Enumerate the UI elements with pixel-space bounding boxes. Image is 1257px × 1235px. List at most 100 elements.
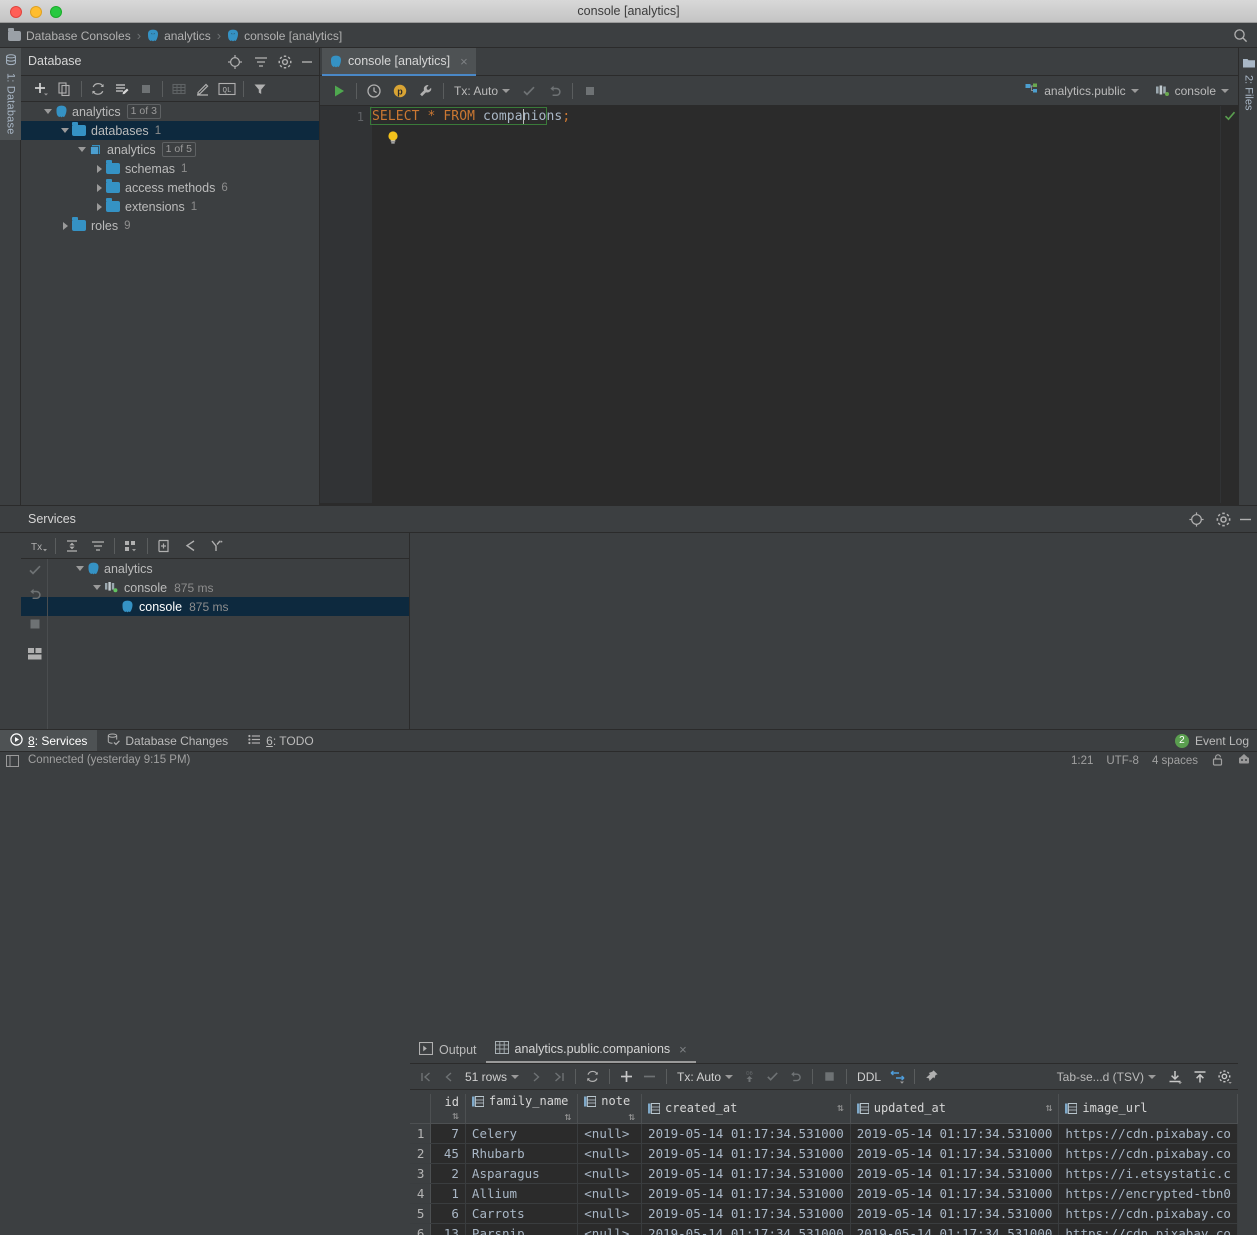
indent-label[interactable]: 4 spaces bbox=[1152, 755, 1198, 767]
ql-console-icon[interactable]: QL bbox=[215, 78, 239, 100]
cell-family-name[interactable]: Parsnip bbox=[465, 1224, 577, 1235]
cell-updated-at[interactable]: 2019-05-14 01:17:34.531000 bbox=[850, 1164, 1059, 1184]
expand-toggle[interactable] bbox=[92, 197, 106, 216]
cell-updated-at[interactable]: 2019-05-14 01:17:34.531000 bbox=[850, 1204, 1059, 1224]
cell-image-url[interactable]: https://cdn.pixabay.co bbox=[1059, 1144, 1238, 1164]
cell-image-url[interactable]: https://cdn.pixabay.co bbox=[1059, 1124, 1238, 1144]
tx-icon[interactable]: Tx bbox=[26, 535, 52, 557]
tab-output[interactable]: Output bbox=[410, 1037, 486, 1063]
encoding-label[interactable]: UTF-8 bbox=[1106, 755, 1139, 767]
wrench-icon[interactable] bbox=[413, 79, 439, 103]
cell-id[interactable]: 13 bbox=[431, 1224, 465, 1235]
reload-icon[interactable] bbox=[581, 1066, 604, 1088]
search-everywhere-icon[interactable] bbox=[1233, 28, 1248, 43]
add-row-icon[interactable] bbox=[615, 1066, 638, 1088]
run-button[interactable] bbox=[326, 79, 352, 103]
event-log-button[interactable]: 2 Event Log bbox=[1175, 730, 1249, 752]
output-format-selector[interactable]: Tab-se...d (TSV) bbox=[1052, 1070, 1161, 1084]
cell-updated-at[interactable]: 2019-05-14 01:17:34.531000 bbox=[850, 1224, 1059, 1235]
collapse-all-icon[interactable] bbox=[253, 54, 269, 70]
cell-created-at[interactable]: 2019-05-14 01:17:34.531000 bbox=[642, 1204, 851, 1224]
caret-position[interactable]: 1:21 bbox=[1071, 755, 1093, 767]
cell-family-name[interactable]: Rhubarb bbox=[465, 1144, 577, 1164]
tree-item-access-methods[interactable]: access methods 6 bbox=[21, 178, 319, 197]
tree-item-analytics-database[interactable]: analytics 1 of 5 bbox=[21, 140, 319, 159]
pin-icon[interactable] bbox=[920, 1066, 943, 1088]
cell-note[interactable]: <null> bbox=[578, 1164, 642, 1184]
tree-item-databases[interactable]: databases 1 bbox=[21, 121, 319, 140]
cell-created-at[interactable]: 2019-05-14 01:17:34.531000 bbox=[642, 1164, 851, 1184]
column-header-note[interactable]: note ⇅ bbox=[578, 1094, 642, 1124]
add-data-source-icon[interactable] bbox=[29, 78, 53, 100]
cell-family-name[interactable]: Asparagus bbox=[465, 1164, 577, 1184]
column-header-created-at[interactable]: created_at ⇅ bbox=[642, 1094, 851, 1124]
sidebar-item-files[interactable]: 2: Files bbox=[1239, 48, 1257, 120]
inspection-icon[interactable] bbox=[1237, 753, 1251, 769]
sql-statement[interactable]: SELECT * FROM companions; bbox=[372, 109, 570, 124]
settings-gear-icon[interactable] bbox=[1213, 1066, 1236, 1088]
code-text[interactable]: SELECT * FROM companions; bbox=[372, 106, 1220, 503]
breadcrumb-item-console[interactable]: console [analytics] bbox=[227, 29, 342, 43]
bottom-tab-services[interactable]: 8: Services bbox=[0, 730, 97, 752]
close-icon[interactable]: × bbox=[460, 54, 468, 69]
settings-gear-icon[interactable] bbox=[277, 54, 293, 70]
sort-icon[interactable]: ⇅ bbox=[452, 1109, 459, 1122]
cell-note[interactable]: <null> bbox=[578, 1204, 642, 1224]
filter-icon[interactable] bbox=[248, 78, 272, 100]
cell-id[interactable]: 45 bbox=[431, 1144, 465, 1164]
import-icon[interactable] bbox=[1163, 1066, 1186, 1088]
parameters-badge-icon[interactable]: p bbox=[387, 79, 413, 103]
sort-icon[interactable]: ⇅ bbox=[837, 1101, 844, 1114]
cell-image-url[interactable]: https://cdn.pixabay.co bbox=[1059, 1224, 1238, 1235]
sync-schema-icon[interactable] bbox=[110, 78, 134, 100]
settings-gear-icon[interactable] bbox=[1215, 511, 1232, 528]
cell-created-at[interactable]: 2019-05-14 01:17:34.531000 bbox=[642, 1224, 851, 1235]
refresh-icon[interactable] bbox=[86, 78, 110, 100]
sidebar-item-database[interactable]: 1: Database bbox=[0, 48, 21, 140]
cell-created-at[interactable]: 2019-05-14 01:17:34.531000 bbox=[642, 1144, 851, 1164]
attach-icon[interactable] bbox=[177, 535, 203, 557]
table-row[interactable]: 41Allium<null>2019-05-14 01:17:34.531000… bbox=[410, 1184, 1238, 1204]
table-row[interactable]: 17Celery<null>2019-05-14 01:17:34.531000… bbox=[410, 1124, 1238, 1144]
window-layout-icon[interactable] bbox=[6, 755, 19, 770]
expand-toggle[interactable] bbox=[92, 178, 106, 197]
column-header-updated-at[interactable]: updated_at ⇅ bbox=[850, 1094, 1059, 1124]
breadcrumb-item-analytics[interactable]: analytics bbox=[147, 29, 211, 43]
services-item-console-session[interactable]: console 875 ms bbox=[21, 578, 409, 597]
unlock-icon[interactable] bbox=[1211, 753, 1224, 769]
cell-note[interactable]: <null> bbox=[578, 1144, 642, 1164]
expand-toggle[interactable] bbox=[58, 216, 72, 235]
cell-id[interactable]: 7 bbox=[431, 1124, 465, 1144]
expand-toggle[interactable] bbox=[90, 578, 104, 597]
row-count-selector[interactable]: 51 rows bbox=[460, 1070, 524, 1084]
bottom-tab-todo[interactable]: 6: TODO bbox=[238, 730, 324, 752]
cell-family-name[interactable]: Allium bbox=[465, 1184, 577, 1204]
compare-icon[interactable] bbox=[886, 1066, 909, 1088]
cell-image-url[interactable]: https://cdn.pixabay.co bbox=[1059, 1204, 1238, 1224]
cell-note[interactable]: <null> bbox=[578, 1124, 642, 1144]
cell-image-url[interactable]: https://encrypted-tbn0 bbox=[1059, 1184, 1238, 1204]
hide-panel-icon[interactable] bbox=[1237, 511, 1254, 528]
cell-image-url[interactable]: https://i.etsystatic.c bbox=[1059, 1164, 1238, 1184]
expand-toggle[interactable] bbox=[92, 159, 106, 178]
modify-icon[interactable] bbox=[191, 78, 215, 100]
data-grid[interactable]: id ⇅ family_name ⇅ note bbox=[410, 1094, 1238, 1235]
layout-icon[interactable] bbox=[24, 643, 45, 665]
session-selector[interactable]: console bbox=[1152, 81, 1232, 102]
expand-all-icon[interactable] bbox=[59, 535, 85, 557]
history-icon[interactable] bbox=[361, 79, 387, 103]
close-icon[interactable]: × bbox=[679, 1042, 687, 1057]
column-header-id[interactable]: id ⇅ bbox=[431, 1094, 465, 1124]
cell-id[interactable]: 1 bbox=[431, 1184, 465, 1204]
lightbulb-icon[interactable] bbox=[386, 130, 400, 145]
cell-updated-at[interactable]: 2019-05-14 01:17:34.531000 bbox=[850, 1184, 1059, 1204]
locate-icon[interactable] bbox=[1188, 511, 1205, 528]
tree-item-analytics-datasource[interactable]: analytics 1 of 3 bbox=[21, 102, 319, 121]
expand-toggle[interactable] bbox=[73, 559, 87, 578]
tab-companions-table[interactable]: analytics.public.companions × bbox=[486, 1037, 696, 1063]
bottom-tab-database-changes[interactable]: Database Changes bbox=[97, 730, 238, 752]
collapse-all-icon[interactable] bbox=[85, 535, 111, 557]
column-header-family-name[interactable]: family_name ⇅ bbox=[465, 1094, 577, 1124]
cell-updated-at[interactable]: 2019-05-14 01:17:34.531000 bbox=[850, 1144, 1059, 1164]
breadcrumb-item-database-consoles[interactable]: Database Consoles bbox=[8, 29, 131, 43]
